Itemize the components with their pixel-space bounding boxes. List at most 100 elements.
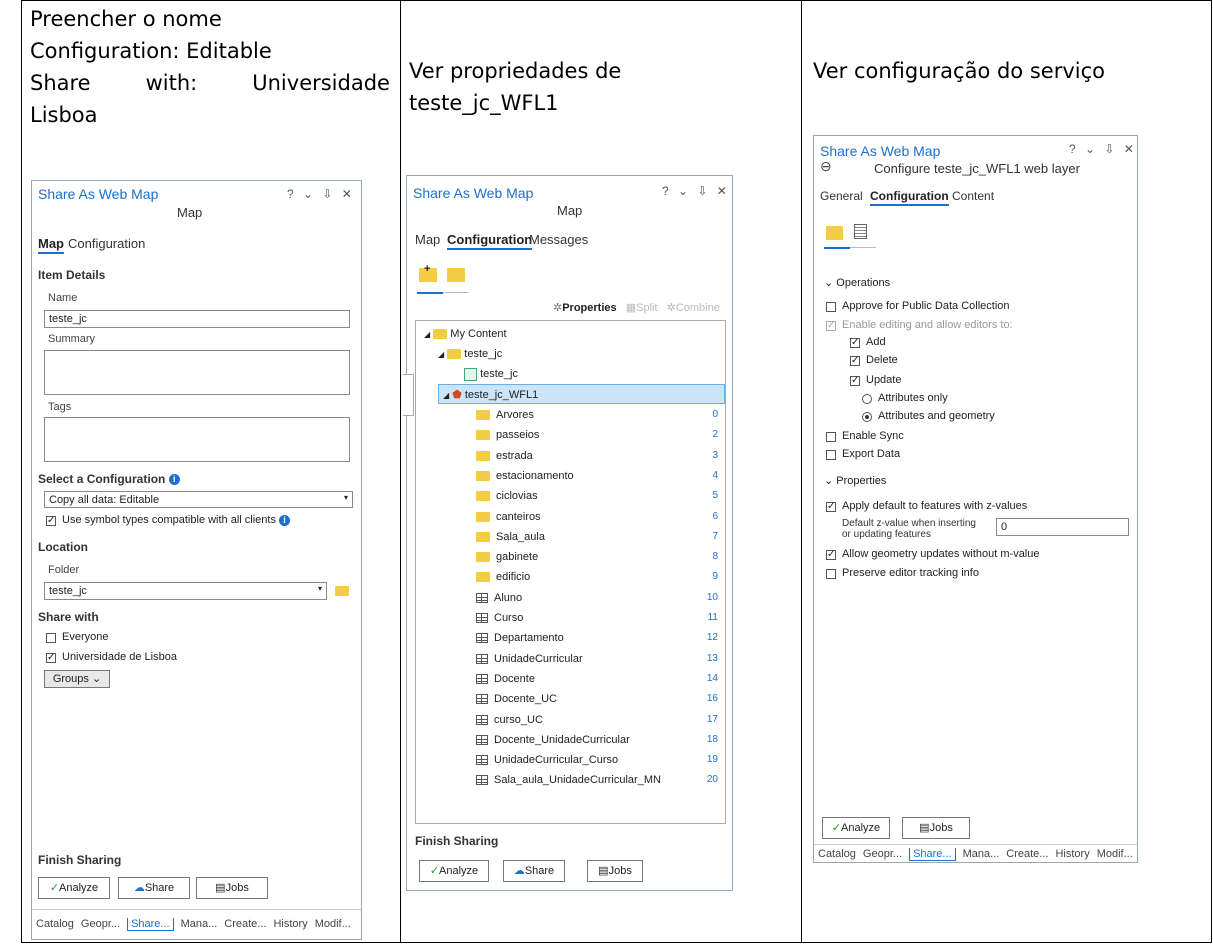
default-z-input[interactable]: 0 (996, 518, 1129, 536)
tab-modify[interactable]: Modif... (315, 918, 351, 930)
tree-folder[interactable]: ◢ teste_jc (438, 344, 502, 364)
properties-heading[interactable]: ⌄ Properties (824, 474, 886, 487)
share-button[interactable]: ☁Share (118, 877, 190, 899)
tab-content[interactable]: Content (952, 189, 994, 203)
allow-geometry-checkbox[interactable]: ✓ (826, 550, 836, 560)
tree-root[interactable]: ◢ My Content (424, 324, 507, 344)
symbol-types-label: Use symbol types compatible with all cli… (62, 514, 291, 526)
tab-general[interactable]: General (820, 189, 863, 203)
layer-name: Aluno (494, 591, 523, 604)
update-checkbox[interactable]: ✓ (850, 376, 860, 386)
tags-input[interactable] (44, 417, 350, 462)
layer-name: passeios (496, 429, 540, 442)
jobs-button[interactable]: ▤Jobs (196, 877, 268, 899)
layers-icon-tab[interactable]: + (419, 263, 437, 282)
tab-create[interactable]: Create... (224, 918, 266, 930)
list-item[interactable]: ciclovias (476, 486, 538, 506)
resize-handle[interactable] (403, 374, 414, 416)
list-item[interactable]: Arvores (476, 405, 534, 425)
panel-controls[interactable]: ? ⌄ ⇩ ✕ (662, 184, 730, 198)
attributes-only-radio[interactable] (862, 394, 872, 404)
tab-history[interactable]: History (1055, 848, 1089, 860)
operations-heading[interactable]: ⌄ Operations (824, 276, 890, 289)
tab-map[interactable]: Map (38, 236, 64, 254)
tab-share[interactable]: Share... (909, 848, 956, 861)
tree-service[interactable]: ◢ ⬟ teste_jc_WFL1 (438, 384, 725, 404)
enable-editing-checkbox[interactable]: ✓ (826, 321, 836, 331)
layer-icon (476, 511, 490, 522)
list-item[interactable]: gabinete (476, 547, 538, 567)
panel-controls[interactable]: ? ⌄ ⇩ ✕ (287, 187, 355, 201)
apply-z-checkbox[interactable]: ✓ (826, 502, 836, 512)
settings-icon-tab[interactable] (854, 224, 867, 239)
list-item[interactable]: Curso (476, 608, 523, 628)
groups-dropdown[interactable]: Groups ⌄ (44, 670, 110, 688)
enable-sync-checkbox[interactable] (826, 432, 836, 442)
analyze-button[interactable]: ✓Analyze (419, 860, 489, 882)
list-item[interactable]: Docente (476, 669, 535, 689)
tab-create[interactable]: Create... (1006, 848, 1048, 860)
summary-input[interactable] (44, 350, 350, 395)
list-item[interactable]: Docente_UC (476, 689, 557, 709)
delete-checkbox[interactable]: ✓ (850, 356, 860, 366)
add-checkbox[interactable]: ✓ (850, 338, 860, 348)
tab-configuration[interactable]: Configuration (447, 232, 533, 250)
tab-configuration[interactable]: Configuration (68, 236, 145, 251)
tab-catalog[interactable]: Catalog (818, 848, 856, 860)
list-item[interactable]: UnidadeCurricular_Curso (476, 750, 618, 770)
symbol-types-checkbox[interactable]: ✓ (46, 516, 56, 526)
heading-line: Lisboa (30, 103, 98, 127)
list-item[interactable]: edificio (476, 567, 530, 587)
jobs-button[interactable]: ▤Jobs (587, 860, 643, 882)
layers-icon-tab[interactable] (826, 226, 843, 240)
attributes-geometry-radio[interactable] (862, 412, 872, 422)
preserve-tracking-checkbox[interactable] (826, 569, 836, 579)
list-item[interactable]: Aluno (476, 588, 522, 608)
info-icon[interactable]: i (279, 514, 291, 526)
jobs-icon: ▤ (919, 822, 930, 834)
info-icon[interactable]: i (168, 474, 180, 486)
back-arrow-icon[interactable]: ⊖ (820, 158, 832, 175)
list-item[interactable]: UnidadeCurricular (476, 649, 583, 669)
tab-history[interactable]: History (273, 918, 307, 930)
tab-map[interactable]: Map (415, 232, 440, 247)
share-button[interactable]: ☁Share (503, 860, 565, 882)
tree-map[interactable]: teste_jc (464, 364, 518, 384)
list-item[interactable]: passeios (476, 425, 539, 445)
configuration-dropdown[interactable]: Copy all data: Editable ▾ (44, 491, 353, 508)
universidade-checkbox[interactable]: ✓ (46, 653, 56, 663)
layer-props-icon-tab[interactable] (447, 268, 465, 282)
analyze-button[interactable]: ✓Analyze (38, 877, 110, 899)
list-item[interactable]: Sala_aula (476, 527, 545, 547)
tab-manage[interactable]: Mana... (963, 848, 1000, 860)
list-item[interactable]: estacionamento (476, 466, 574, 486)
list-item[interactable]: curso_UC (476, 710, 543, 730)
tab-modify[interactable]: Modif... (1097, 848, 1133, 860)
name-input[interactable]: teste_jc (44, 310, 350, 328)
export-data-checkbox[interactable] (826, 450, 836, 460)
tab-messages[interactable]: Messages (529, 232, 588, 247)
tab-geoprocessing[interactable]: Geopr... (81, 918, 120, 930)
list-item[interactable]: Departamento (476, 628, 564, 648)
tab-manage[interactable]: Mana... (181, 918, 218, 930)
list-item[interactable]: estrada (476, 446, 533, 466)
list-item[interactable]: Docente_UnidadeCurricular (476, 730, 630, 750)
browse-folder-icon[interactable] (335, 586, 349, 596)
everyone-checkbox[interactable] (46, 633, 56, 643)
tab-catalog[interactable]: Catalog (36, 918, 74, 930)
approve-checkbox[interactable] (826, 302, 836, 312)
tab-geoprocessing[interactable]: Geopr... (863, 848, 902, 860)
check-icon: ✓ (831, 822, 842, 834)
tab-share[interactable]: Share... (127, 918, 174, 931)
split-button[interactable]: ▦Split (626, 302, 658, 314)
analyze-button[interactable]: ✓Analyze (822, 817, 890, 839)
check-icon: ✓ (49, 882, 60, 894)
folder-dropdown[interactable]: teste_jc ▾ (44, 582, 327, 600)
combine-button[interactable]: ✲Combine (667, 302, 720, 314)
list-item[interactable]: Sala_aula_UnidadeCurricular_MN (476, 770, 661, 790)
jobs-button[interactable]: ▤Jobs (902, 817, 970, 839)
properties-button[interactable]: ✲Properties (553, 302, 617, 314)
panel-controls[interactable]: ? ⌄ ⇩ ✕ (1069, 142, 1137, 156)
tab-configuration[interactable]: Configuration (870, 189, 949, 206)
list-item[interactable]: canteiros (476, 507, 541, 527)
